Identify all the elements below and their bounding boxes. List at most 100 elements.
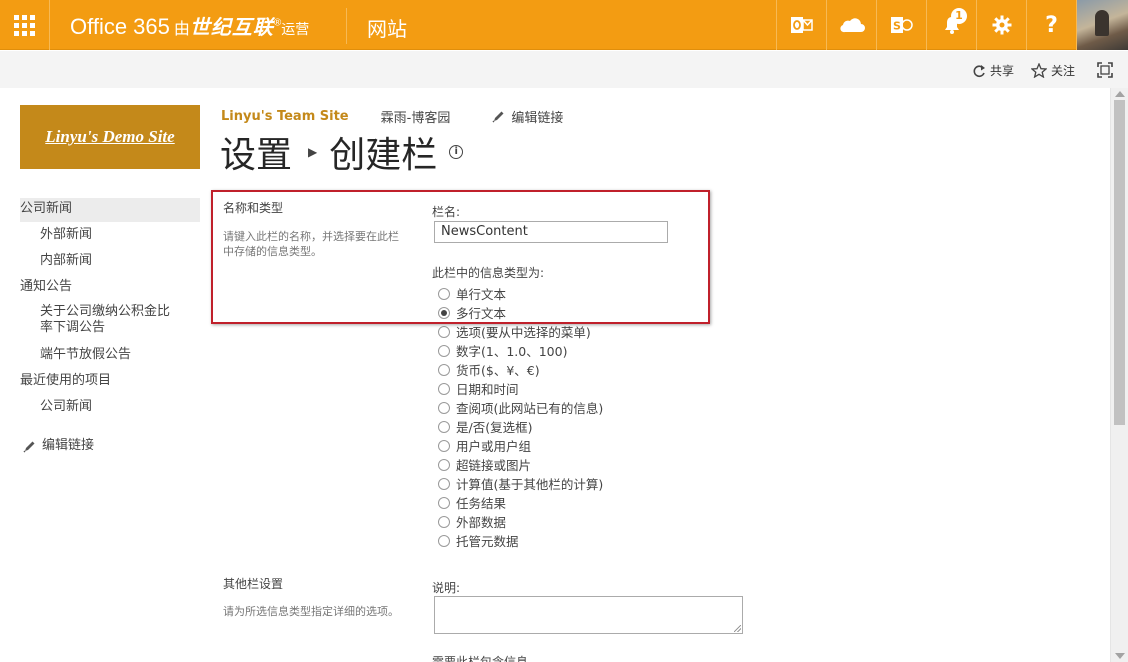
focus-on-content-button[interactable] xyxy=(1097,62,1117,78)
type-option-label: 数字(1、1.0、100) xyxy=(456,344,568,359)
brand-main: Office 365 xyxy=(70,14,170,39)
settings-button[interactable] xyxy=(976,0,1026,50)
help-button[interactable]: ? xyxy=(1026,0,1076,50)
info-icon[interactable]: i xyxy=(449,145,464,159)
notification-count-badge: 1 xyxy=(951,8,967,24)
page-title: 设置 ▶ 创建栏 i xyxy=(220,126,464,178)
site-logo[interactable]: Linyu's Demo Site xyxy=(20,105,200,169)
page-title-create-column: 创建栏 xyxy=(329,135,438,176)
radio-button[interactable] xyxy=(438,477,450,490)
top-edit-links-button[interactable]: 编辑链接 xyxy=(492,107,563,126)
type-option-label: 任务结果 xyxy=(456,496,507,511)
type-option-yes-no[interactable]: 是/否(复选框) xyxy=(438,417,532,436)
nav-item-company-news[interactable]: 公司新闻 xyxy=(20,198,200,222)
nav-item-fund-announcement-cont[interactable]: 率下调公告 xyxy=(20,320,200,336)
vertical-scrollbar[interactable] xyxy=(1110,88,1128,662)
app-launcher-button[interactable] xyxy=(0,0,50,50)
nav-edit-links-label: 编辑链接 xyxy=(42,438,95,453)
type-option-single-line-text[interactable]: 单行文本 xyxy=(438,284,506,303)
breadcrumb-arrow-icon: ▶ xyxy=(308,145,318,159)
radio-button[interactable] xyxy=(438,382,450,395)
type-option-label: 外部数据 xyxy=(456,515,507,530)
type-option-lookup[interactable]: 查阅项(此网站已有的信息) xyxy=(438,398,603,417)
nav-edit-links-button[interactable]: 编辑链接 xyxy=(23,437,203,455)
information-type-label: 此栏中的信息类型为: xyxy=(432,266,545,280)
type-option-external-data[interactable]: 外部数据 xyxy=(438,512,506,531)
type-option-managed-metadata[interactable]: 托管元数据 xyxy=(438,531,519,550)
nav-item-external-news[interactable]: 外部新闻 xyxy=(20,226,200,244)
type-option-hyperlink[interactable]: 超链接或图片 xyxy=(438,455,531,474)
nav-item-recent-company-news[interactable]: 公司新闻 xyxy=(20,398,200,416)
type-option-label: 选项(要从中选择的菜单) xyxy=(456,325,591,340)
type-option-label: 货币($、¥、€) xyxy=(456,363,540,378)
svg-text:S: S xyxy=(893,20,901,33)
site-logo-text: Linyu's Demo Site xyxy=(45,127,175,146)
type-option-multiple-lines-text[interactable]: 多行文本 xyxy=(438,303,506,322)
type-option-date-time[interactable]: 日期和时间 xyxy=(438,379,519,398)
radio-button[interactable] xyxy=(438,439,450,452)
radio-button[interactable] xyxy=(438,287,450,300)
type-option-number[interactable]: 数字(1、1.0、100) xyxy=(438,341,567,360)
nav-item-recent[interactable]: 最近使用的项目 xyxy=(20,372,200,390)
pencil-icon xyxy=(23,441,35,453)
nav-item-announcements[interactable]: 通知公告 xyxy=(20,278,200,296)
column-name-label: 栏名: xyxy=(432,205,461,219)
onedrive-cloud-icon xyxy=(839,18,865,33)
follow-button[interactable]: 关注 xyxy=(1031,62,1075,79)
radio-button[interactable] xyxy=(438,363,450,376)
type-option-label: 用户或用户组 xyxy=(456,439,532,454)
outlook-button[interactable] xyxy=(776,0,826,50)
nav-item-fund-announcement[interactable]: 关于公司缴纳公积金比 xyxy=(20,304,200,320)
radio-button[interactable] xyxy=(438,534,450,547)
share-button[interactable]: 共享 xyxy=(972,62,1014,79)
suite-bar-icons: S 1 ? xyxy=(776,0,1076,50)
additional-settings-heading: 其他栏设置 xyxy=(223,577,284,591)
user-avatar[interactable] xyxy=(1076,0,1128,50)
focus-mode-icon xyxy=(1097,62,1113,78)
blog-link[interactable]: 霖雨-博客园 xyxy=(381,107,451,126)
description-textarea[interactable] xyxy=(434,596,743,634)
team-site-link[interactable]: Linyu's Team Site xyxy=(221,109,349,124)
page-title-settings[interactable]: 设置 xyxy=(220,126,292,178)
star-icon xyxy=(1031,63,1047,78)
type-option-label: 日期和时间 xyxy=(456,382,519,397)
pencil-icon xyxy=(492,111,504,123)
type-option-task-outcome[interactable]: 任务结果 xyxy=(438,493,506,512)
type-option-label: 多行文本 xyxy=(456,306,507,321)
type-option-label: 超链接或图片 xyxy=(456,458,532,473)
radio-button[interactable] xyxy=(438,420,450,433)
share-icon xyxy=(973,64,985,77)
additional-settings-description: 请为所选信息类型指定详细的选项。 xyxy=(223,605,399,618)
nav-item-dragon-boat-holiday[interactable]: 端午节放假公告 xyxy=(20,346,200,364)
type-option-person-group[interactable]: 用户或用户组 xyxy=(438,436,531,455)
notifications-button[interactable]: 1 xyxy=(926,0,976,50)
nav-item-internal-news[interactable]: 内部新闻 xyxy=(20,252,200,270)
scroll-up-arrow-icon[interactable] xyxy=(1115,91,1125,97)
radio-button[interactable] xyxy=(438,458,450,471)
radio-button[interactable] xyxy=(438,496,450,509)
radio-button-checked[interactable] xyxy=(438,306,450,319)
outlook-icon xyxy=(790,17,813,33)
radio-button[interactable] xyxy=(438,344,450,357)
sites-link[interactable]: 网站 xyxy=(367,13,407,42)
suite-bar: Office 365 由世纪互联®运营 网站 S 1 ? xyxy=(0,0,1128,50)
radio-button[interactable] xyxy=(438,325,450,338)
column-name-input[interactable]: NewsContent xyxy=(434,221,668,243)
radio-button[interactable] xyxy=(438,515,450,528)
onedrive-button[interactable] xyxy=(826,0,876,50)
scrollbar-thumb[interactable] xyxy=(1114,100,1125,425)
top-nav: Linyu's Team Site 霖雨-博客园 编辑链接 xyxy=(221,107,563,126)
type-option-label: 单行文本 xyxy=(456,287,507,302)
required-field-label: 需要此栏包含信息 xyxy=(432,655,529,662)
share-label: 共享 xyxy=(990,64,1015,78)
follow-label: 关注 xyxy=(1051,64,1076,78)
brand-title[interactable]: Office 365 由世纪互联®运营 xyxy=(70,11,309,40)
name-and-type-description-line2: 中存储的信息类型。 xyxy=(223,245,322,258)
scroll-down-arrow-icon[interactable] xyxy=(1115,653,1125,659)
sharepoint-button[interactable]: S xyxy=(876,0,926,50)
brand-by: 由 xyxy=(173,21,190,38)
type-option-currency[interactable]: 货币($、¥、€) xyxy=(438,360,540,379)
type-option-choice[interactable]: 选项(要从中选择的菜单) xyxy=(438,322,591,341)
radio-button[interactable] xyxy=(438,401,450,414)
type-option-calculated[interactable]: 计算值(基于其他栏的计算) xyxy=(438,474,603,493)
